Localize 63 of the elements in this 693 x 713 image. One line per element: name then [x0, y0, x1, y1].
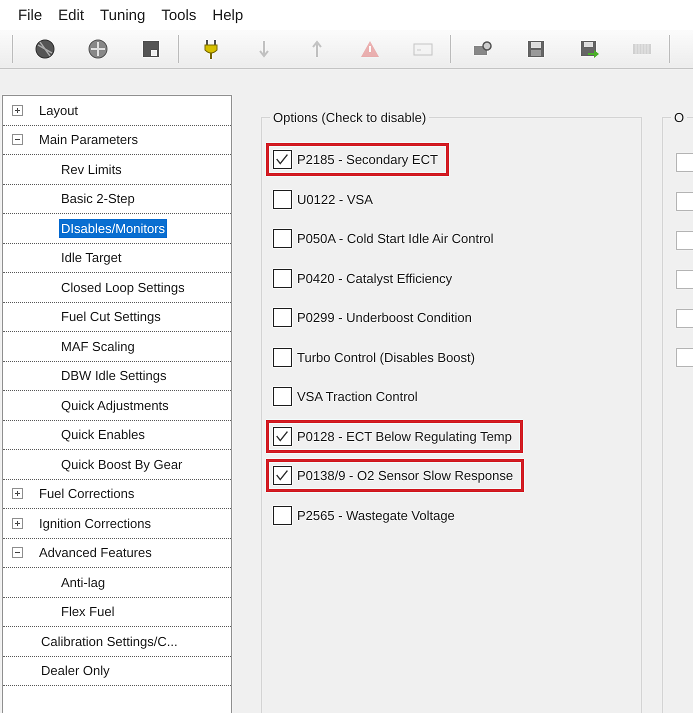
option-label: P2185 - Secondary ECT: [296, 151, 439, 170]
tree-item[interactable]: Dealer Only: [39, 661, 112, 680]
tree-item[interactable]: Calibration Settings/C...: [39, 632, 180, 651]
checkbox[interactable]: [273, 466, 292, 486]
plus-circle-icon[interactable]: [87, 38, 109, 60]
checkbox[interactable]: [273, 229, 292, 248]
option-label: P0128 - ECT Below Regulating Temp: [296, 428, 513, 446]
checkbox[interactable]: [676, 309, 693, 328]
tree-item[interactable]: Basic 2-Step: [59, 189, 137, 208]
save-arrow-icon[interactable]: [578, 38, 600, 60]
tree-item[interactable]: MAF Scaling: [59, 336, 137, 356]
tree-item[interactable]: Anti-lag: [59, 572, 108, 592]
tree-item[interactable]: DBW Idle Settings: [59, 366, 168, 386]
tree-item[interactable]: Rev Limits: [59, 160, 124, 179]
option-label: P050A - Cold Start Idle Air Control: [296, 230, 495, 248]
tree-item[interactable]: Quick Boost By Gear: [59, 454, 184, 474]
tree-item[interactable]: Quick Enables: [59, 425, 147, 444]
expand-icon[interactable]: [12, 104, 23, 116]
option-label: P0299 - Underboost Condition: [296, 309, 473, 328]
checkbox[interactable]: [273, 348, 292, 367]
checkbox[interactable]: [676, 153, 693, 172]
option-label: P0138/9 - O2 Sensor Slow Response: [296, 467, 514, 486]
checkbox[interactable]: [676, 231, 693, 250]
group-title: Options (Check to disable): [270, 110, 430, 125]
menu-item[interactable]: File: [10, 6, 50, 24]
checkbox[interactable]: [676, 270, 693, 289]
checkbox[interactable]: [273, 150, 292, 170]
checkbox[interactable]: [676, 348, 693, 367]
save-icon[interactable]: [525, 38, 547, 60]
option-label: U0122 - VSA: [296, 190, 374, 209]
expand-icon[interactable]: [12, 488, 23, 500]
tree-item[interactable]: Flex Fuel: [59, 602, 116, 622]
menu-item[interactable]: Tools: [153, 6, 204, 24]
expand-icon[interactable]: [12, 518, 23, 529]
tree-item[interactable]: Quick Adjustments: [59, 396, 171, 415]
tree-item[interactable]: Closed Loop Settings: [59, 278, 187, 297]
group-title: O: [671, 110, 688, 125]
checkbox[interactable]: [273, 190, 292, 209]
floppy-icon[interactable]: [140, 38, 162, 60]
checkbox[interactable]: [273, 387, 292, 406]
tree-item[interactable]: Fuel Corrections: [37, 484, 136, 504]
checkbox[interactable]: [676, 192, 693, 211]
tree-item[interactable]: Layout: [37, 100, 80, 120]
collapse-icon[interactable]: [12, 134, 23, 146]
option-label: VSA Traction Control: [296, 388, 419, 406]
checkbox[interactable]: [273, 268, 292, 288]
menu-item[interactable]: Tuning: [92, 6, 154, 24]
menu-item[interactable]: Edit: [50, 6, 92, 24]
checkbox[interactable]: [273, 426, 292, 446]
tree-item[interactable]: Advanced Features: [37, 543, 154, 562]
tree-item[interactable]: Fuel Cut Settings: [59, 307, 163, 326]
tree-item[interactable]: Main Parameters: [37, 130, 140, 150]
collapse-icon[interactable]: [12, 547, 23, 558]
globe-icon[interactable]: [34, 38, 56, 60]
option-label: P0420 - Catalyst Efficiency: [296, 270, 454, 288]
checkbox[interactable]: [273, 308, 292, 328]
menu-item[interactable]: Help: [204, 6, 252, 24]
tree-item[interactable]: Idle Target: [59, 248, 124, 268]
tree-item[interactable]: Ignition Corrections: [37, 514, 153, 533]
tree-item[interactable]: DIsables/Monitors: [59, 218, 168, 238]
option-label: P2565 - Wastegate Voltage: [296, 506, 456, 525]
option-label: Turbo Control (Disables Boost): [296, 348, 476, 367]
checkbox[interactable]: [273, 506, 292, 525]
